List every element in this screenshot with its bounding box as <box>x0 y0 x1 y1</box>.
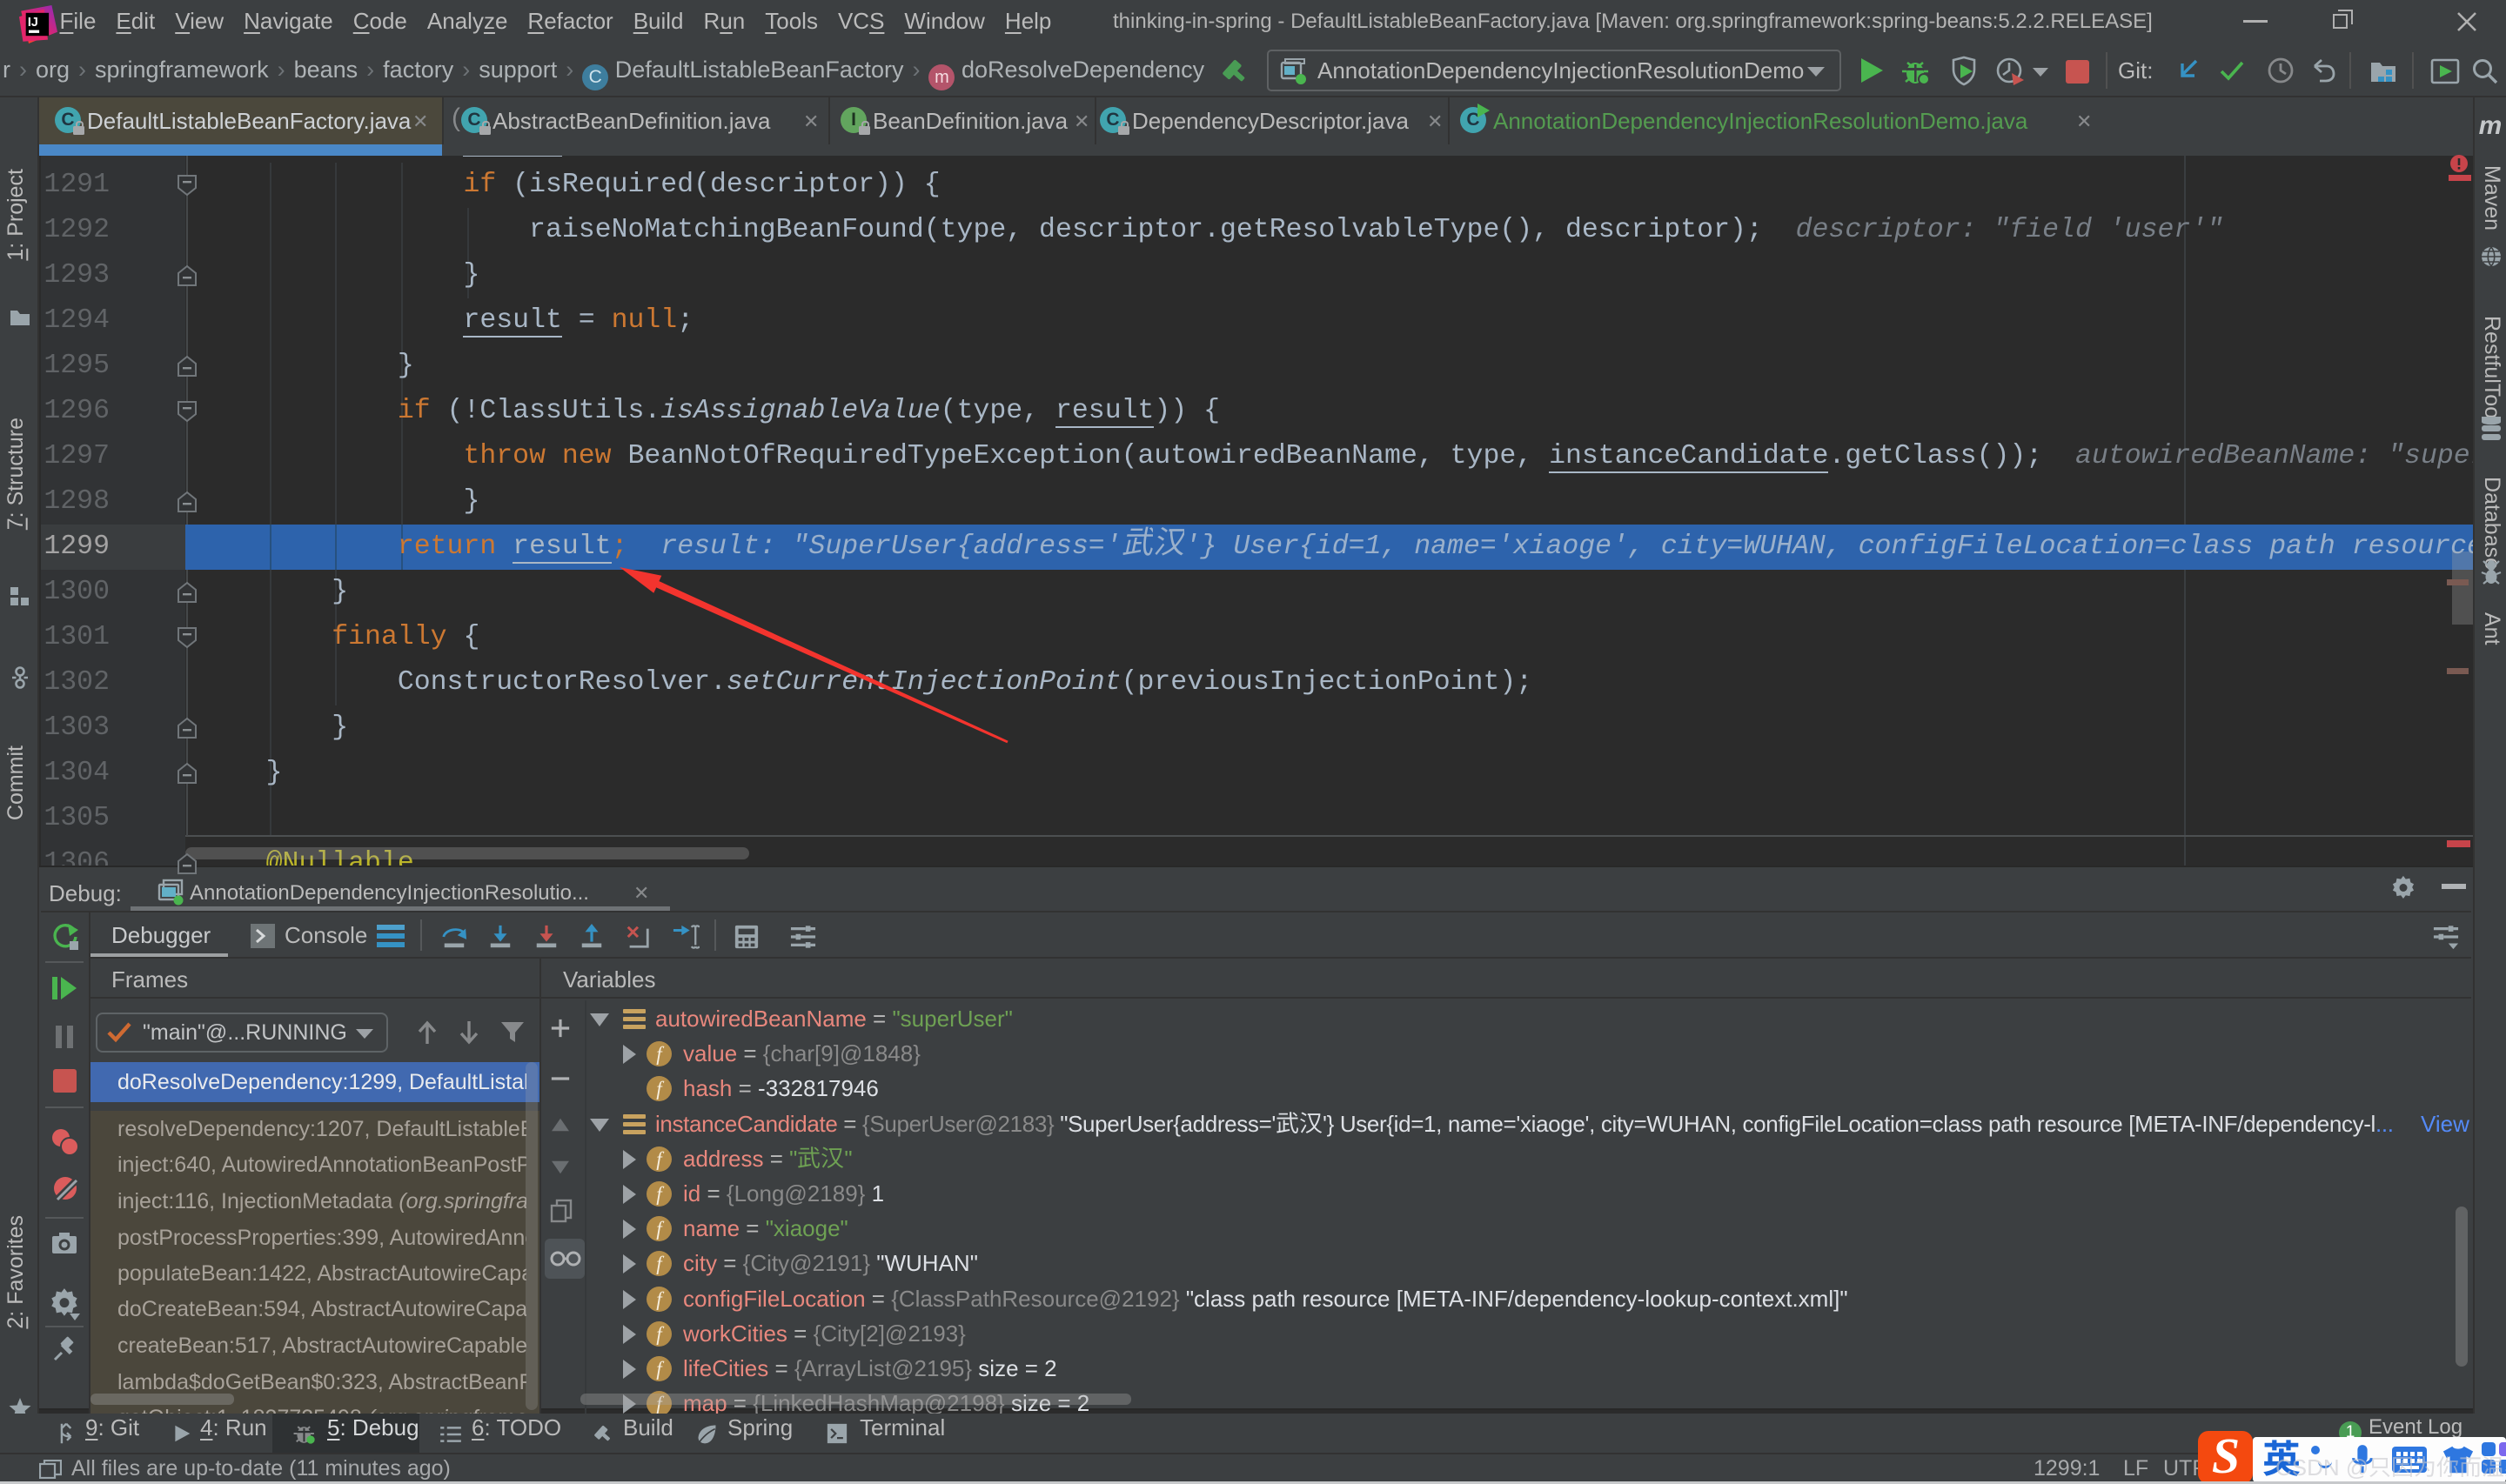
svg-text:IJ: IJ <box>28 16 38 30</box>
